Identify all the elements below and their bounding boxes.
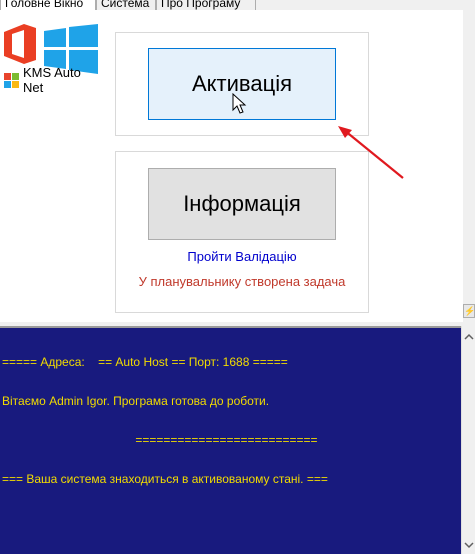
console-line: Вітаємо Admin Igor. Програма готова до р…	[2, 394, 270, 408]
kms-app-icon	[4, 72, 19, 88]
validate-link[interactable]: Пройти Валідацію	[116, 249, 368, 264]
scroll-down-icon[interactable]	[462, 538, 475, 552]
console-line: ==========================	[2, 433, 318, 447]
flash-icon[interactable]: ⚡	[463, 304, 475, 318]
console-line: ===== Адреса: == Auto Host == Порт: 1688…	[2, 355, 288, 369]
tab-bar: Головне Вікно Система Про Програму	[0, 0, 475, 10]
app-name-label: KMS Auto Net	[23, 65, 81, 95]
office-logo-icon	[4, 24, 36, 64]
activation-panel: Активація	[115, 32, 369, 136]
console-scrollbar[interactable]	[461, 326, 475, 554]
app-name-row: KMS Auto Net	[4, 65, 101, 95]
task-status-text: У планувальнику створена задача	[138, 274, 346, 289]
red-arrow-icon	[338, 126, 404, 179]
mouse-cursor-icon	[232, 93, 247, 114]
tab-system[interactable]: Система	[96, 0, 156, 10]
main-panel: KMS Auto Net Активація Інформація Пройти…	[0, 10, 463, 322]
tab-main-window[interactable]: Головне Вікно	[0, 0, 96, 10]
info-button[interactable]: Інформація	[148, 168, 336, 240]
tab-about[interactable]: Про Програму	[156, 0, 256, 10]
console-line: === Ваша система знаходиться в активован…	[2, 472, 328, 486]
scroll-up-icon[interactable]	[462, 330, 475, 344]
console-output: ===== Адреса: == Auto Host == Порт: 1688…	[0, 326, 461, 554]
sidebar: KMS Auto Net	[0, 10, 101, 100]
